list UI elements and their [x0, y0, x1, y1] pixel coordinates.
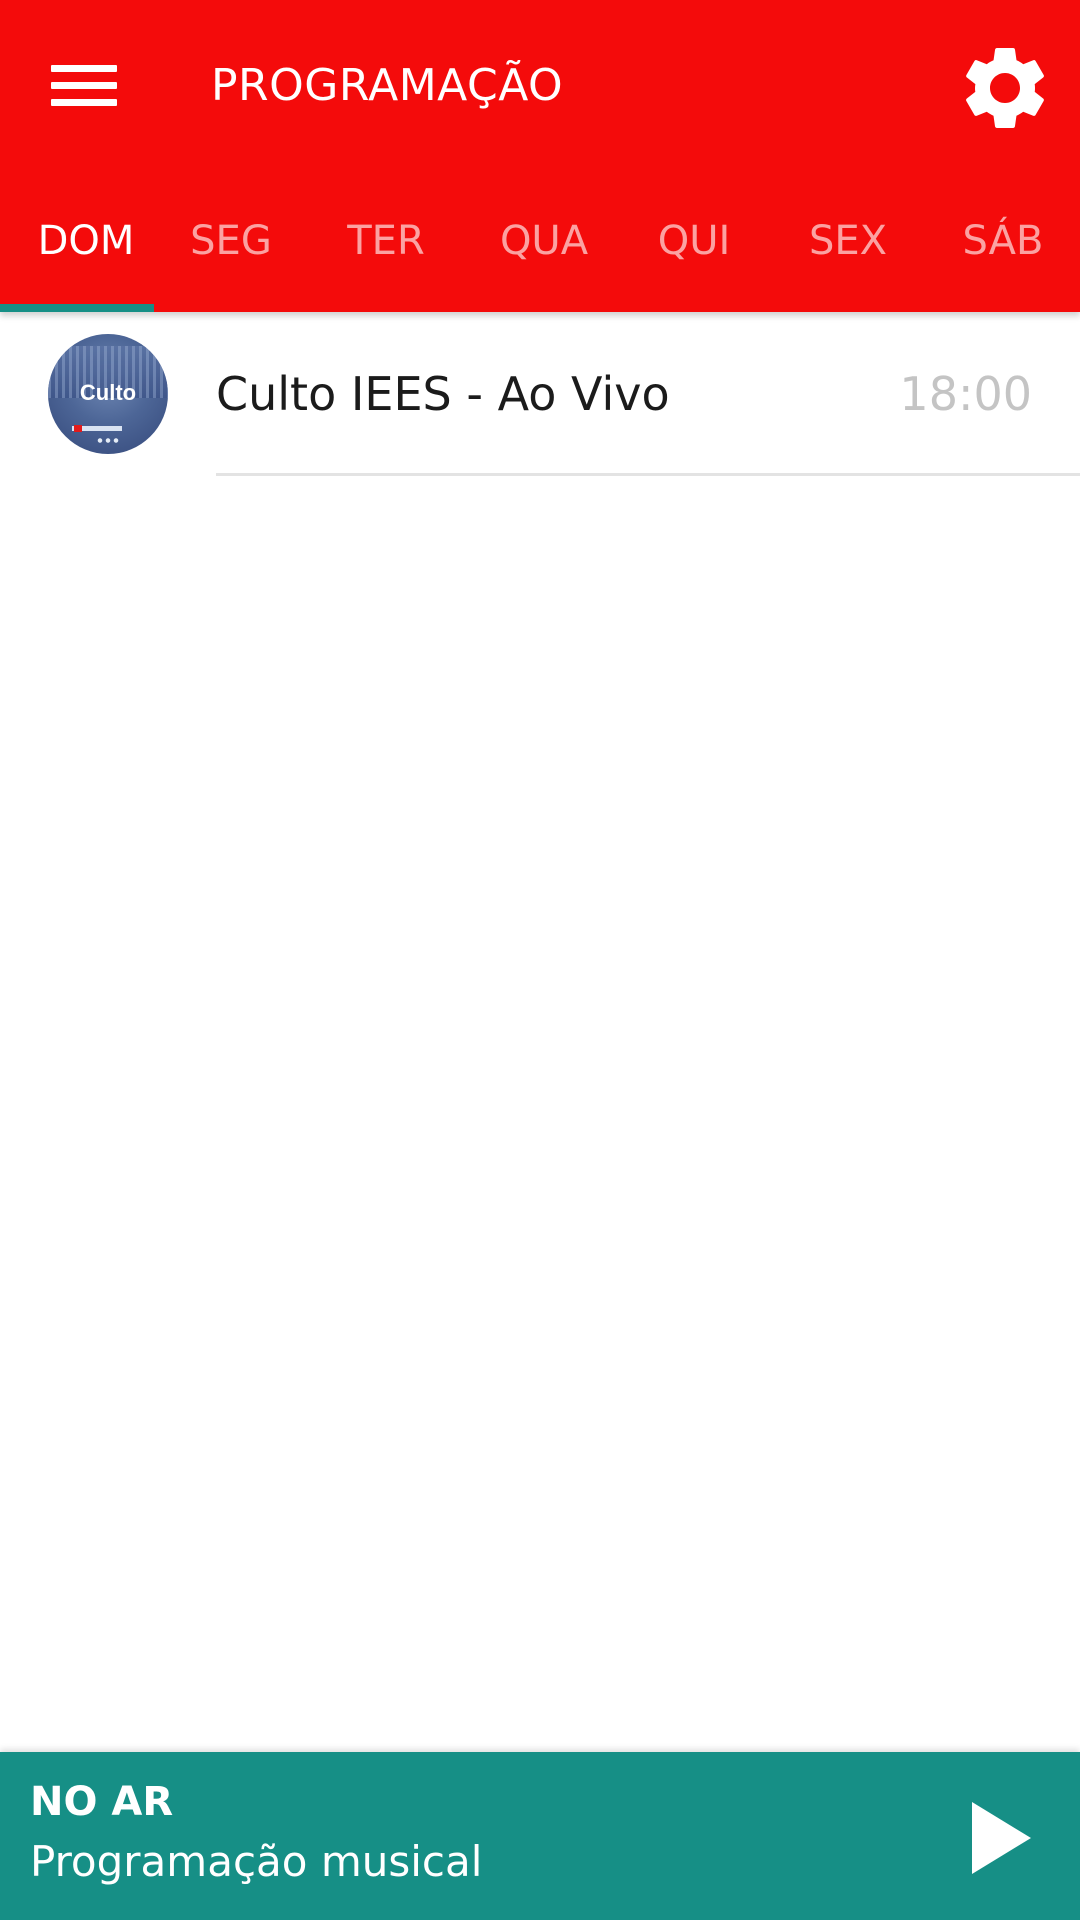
tab-qua[interactable]: QUA: [467, 200, 621, 312]
page-title: PROGRAMAÇÃO: [211, 60, 564, 111]
tab-dom[interactable]: DOM: [9, 200, 163, 312]
program-time: 18:00: [899, 367, 1032, 421]
list-item[interactable]: Culto Culto IEES - Ao Vivo 18:00: [0, 312, 1080, 476]
active-tab-indicator: [0, 304, 154, 312]
thumbnail-label: Culto: [79, 380, 137, 405]
day-tabs: DOM SEG TER QUA QUI SEX SÁB: [0, 200, 1080, 312]
schedule-list: Culto Culto IEES - Ao Vivo 18:00: [0, 312, 1080, 476]
tab-qui[interactable]: QUI: [617, 200, 771, 312]
current-program: Programação musical: [30, 1837, 483, 1886]
on-air-label: NO AR: [30, 1779, 174, 1825]
program-title: Culto IEES - Ao Vivo: [216, 367, 670, 421]
app-bar: PROGRAMAÇÃO DOM SEG TER QUA QUI SEX SÁB: [0, 0, 1080, 312]
program-thumbnail: Culto: [48, 334, 168, 454]
tab-sab[interactable]: SÁB: [926, 200, 1080, 312]
now-playing-bar[interactable]: NO AR Programação musical: [0, 1752, 1080, 1920]
gear-icon[interactable]: [955, 38, 1055, 138]
play-icon[interactable]: [950, 1788, 1050, 1888]
tab-sex[interactable]: SEX: [771, 200, 925, 312]
youtube-icon: [74, 425, 82, 432]
hamburger-menu-icon[interactable]: [34, 40, 134, 130]
thumbnail-dots: [96, 438, 120, 443]
tab-seg[interactable]: SEG: [154, 200, 308, 312]
divider: [216, 473, 1080, 476]
tab-ter[interactable]: TER: [309, 200, 463, 312]
